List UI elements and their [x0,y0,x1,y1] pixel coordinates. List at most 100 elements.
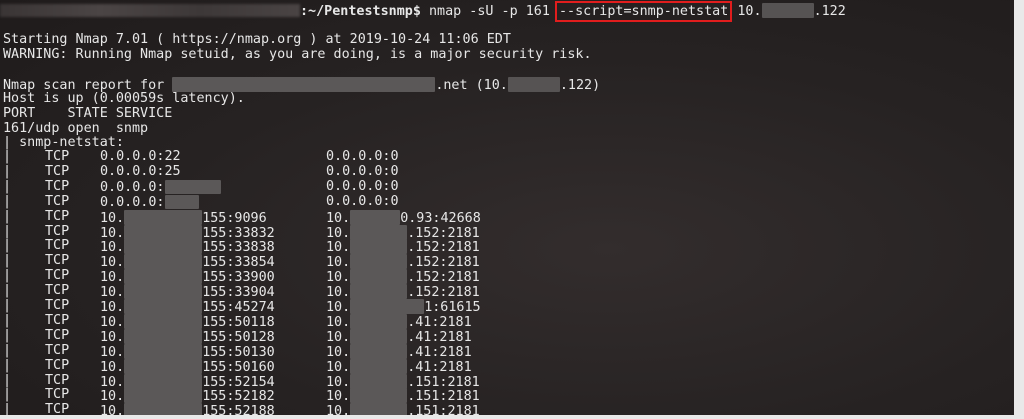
tree-bar: | [3,298,12,313]
redacted-ip [350,269,408,285]
protocol-cell: TCP [45,327,70,343]
netstat-row: | TCP 10. 155:33900 10. .152:2181 [3,268,1003,286]
redacted-ip [124,343,203,359]
redacted-ip [350,299,425,314]
redacted-ip [124,239,203,255]
redacted-ip [761,3,814,18]
tree-bar: | [3,149,12,164]
remote-ip-prefix: 10. [326,255,351,271]
netstat-row: | TCP 10. 155:45274 10. 1:61615 [3,298,1003,315]
remote-address-cell: 0.0.0.0:0 [326,193,399,209]
remote-ip-suffix: .41:2181 [407,329,472,345]
redacted-ip [350,373,408,389]
tree-bar: | [3,253,12,269]
local-ip-suffix: 155:33832 [202,225,275,241]
local-ip-suffix: 155:52188 [202,404,275,415]
netstat-row: | TCP 10. 155:9096 10. 0.93:42668 [3,209,1003,226]
remote-ip-suffix: .152:2181 [407,225,480,241]
protocol-cell: TCP [45,357,70,373]
protocol-cell: TCP [45,372,70,388]
remote-ip-suffix: 0.93:42668 [400,210,481,226]
report-suffix: .net (10. [435,78,508,93]
remote-ip-suffix: .41:2181 [407,344,472,360]
tree-bar: | [3,312,12,328]
local-ip-prefix: 10. [100,329,125,345]
remote-ip-prefix: 10. [326,285,351,301]
redacted-ip [350,403,408,415]
local-ip-suffix: 155:52154 [202,374,275,390]
redacted-ip [124,269,203,285]
remote-ip-suffix: .151:2181 [407,374,480,390]
netstat-row: | TCP 10. 155:33832 10. .152:2181 [3,223,1003,241]
remote-ip-suffix: .151:2181 [407,389,480,405]
remote-ip-prefix: 10. [326,225,351,241]
local-ip-prefix: 10. [100,255,125,271]
remote-ip-prefix: 10. [326,374,351,390]
nmap-start-line: Starting Nmap 7.01 ( https://nmap.org ) … [3,32,511,47]
remote-address-cell: 10. .151:2181 [326,403,480,415]
protocol-cell: TCP [45,283,70,299]
remote-ip-suffix: .151:2181 [407,404,480,415]
protocol-cell: TCP [45,223,70,239]
remote-ip-prefix: 10. [326,344,351,360]
redacted-ip [124,224,203,240]
redacted-ip [124,328,203,344]
tree-bar: | [3,268,12,284]
netstat-row: | TCP 10. 155:50130 10. .41:2181 [3,343,1003,360]
tree-bar: | [3,387,12,403]
protocol-cell: TCP [45,268,70,284]
redacted-ip [350,209,401,225]
tree-bar: | [3,327,12,343]
local-ip-prefix: 10. [100,210,125,226]
redacted-ip [124,254,203,270]
remote-ip-prefix: 10. [326,389,351,405]
redacted-ip [350,358,408,374]
local-ip-suffix: 155:52182 [202,389,275,405]
remote-ip-suffix: .152:2181 [407,255,480,271]
script-argument-highlight: --script=snmp-netstat [554,1,733,22]
local-ip-suffix: 155:9096 [202,210,267,226]
local-ip-prefix: 10. [100,344,125,360]
redacted-ip [124,373,203,389]
local-ip-suffix: 155:50130 [202,344,275,360]
protocol-cell: TCP [45,178,70,194]
terminal-window[interactable]: :~/Pentestsnmp$ nmap -sU -p 161 --script… [0,0,1014,415]
netstat-row: | TCP 10. 155:50128 10. .41:2181 [3,327,1003,345]
local-ip-prefix: 10. [100,285,125,301]
local-ip-prefix: 10. [100,374,125,390]
screenshot-frame: :~/Pentestsnmp$ nmap -sU -p 161 --script… [0,0,1024,419]
local-ip-suffix: 155:33838 [202,240,275,256]
tree-bar: | [3,402,12,415]
local-ip-prefix: 10. [100,389,125,405]
tree-bar: | [3,178,12,194]
redacted-ip [124,358,203,374]
command-target-start: 10. [737,4,762,19]
local-address-cell: 0.0.0.0:22 [100,149,181,164]
local-ip-prefix: 10. [100,270,125,286]
local-address-cell: 10. 155:52188 [100,403,275,415]
local-ip-prefix: 10. [100,404,125,415]
tree-bar: | [3,283,12,299]
protocol-cell: TCP [45,298,70,313]
local-ip-suffix: 155:50118 [202,314,275,330]
netstat-row: | TCP 10. 155:33854 10. .152:2181 [3,253,1003,271]
netstat-row: | TCP 10. 155:52188 10. .151:2181 [3,402,1003,415]
netstat-row: | TCP 10. 155:50118 10. .41:2181 [3,312,1003,330]
protocol-cell: TCP [45,163,70,179]
tree-bar: | [3,357,12,373]
netstat-row: | TCP 0.0.0.0:22 0.0.0.0:0 [3,149,1003,165]
netstat-row: | TCP 10. 155:50160 10. .41:2181 [3,357,1003,375]
redacted-port [164,179,221,194]
redacted-ip [350,254,408,270]
local-ip-prefix: 10. [100,314,125,330]
local-ip-prefix: 10. [100,225,125,241]
remote-ip-prefix: 10. [326,300,351,315]
prompt-line: :~/Pentestsnmp$ nmap -sU -p 161 --script… [0,1,1014,22]
tree-bar: | [3,193,12,209]
remote-ip-prefix: 10. [326,240,351,256]
redacted-ip [350,239,408,255]
netstat-row: | TCP 10. 155:52154 10. .151:2181 [3,372,1003,390]
local-ip-suffix: 155:33900 [202,270,275,286]
remote-address-cell: 0.0.0.0:0 [326,178,399,194]
remote-ip-suffix: .152:2181 [407,285,480,301]
